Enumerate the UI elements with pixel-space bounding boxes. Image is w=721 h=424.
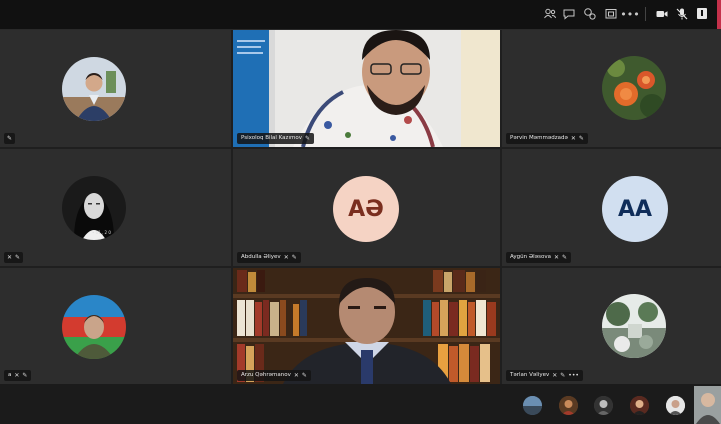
avatar: [62, 57, 126, 121]
participant-tile[interactable]: a ✕ ✎: [0, 268, 231, 384]
avatar[interactable]: [523, 396, 542, 415]
initials-avatar: AƏ: [333, 176, 399, 242]
participant-name: Arzu Qəhrəmanov: [241, 372, 291, 378]
mic-off-icon: ✕: [283, 254, 289, 261]
participant-name-badge: ✕ ✎: [4, 252, 24, 263]
mic-off-icon: ✕: [293, 372, 299, 379]
mic-off-icon[interactable]: [675, 7, 689, 21]
participant-tile[interactable]: AA Aygün Ələsova ✕ ✎: [502, 149, 721, 266]
chat-icon[interactable]: [562, 7, 576, 21]
mic-off-icon: ✕: [552, 372, 558, 379]
more-label: •••: [620, 7, 640, 21]
pin-icon[interactable]: ✎: [579, 133, 584, 144]
participant-name-badge: a ✕ ✎: [4, 370, 32, 381]
participant-tile-video[interactable]: Arzu Qəhrəmanov ✕ ✎: [233, 268, 500, 384]
participant-name: Aygün Ələsova: [510, 254, 551, 260]
pin-icon[interactable]: ✎: [292, 252, 297, 263]
reactions-icon[interactable]: [583, 7, 597, 21]
participant-name: a: [8, 372, 12, 378]
participant-tile[interactable]: AƏ Abdulla Əliyev ✕ ✎: [233, 149, 500, 266]
camera-icon[interactable]: [655, 7, 669, 21]
self-view-thumbnail[interactable]: [694, 386, 721, 424]
pin-icon[interactable]: ✎: [562, 252, 567, 263]
avatar[interactable]: [594, 396, 613, 415]
mic-off-icon: ✕: [553, 254, 559, 261]
participant-tile[interactable]: Pərvin Məmmədzadə ✕ ✎: [502, 30, 721, 147]
participant-tile[interactable]: Tərlan Vəliyev ✕ ✎ •••: [502, 268, 721, 384]
pin-icon[interactable]: ✎: [22, 370, 27, 381]
pin-icon[interactable]: ✎: [15, 252, 20, 263]
participant-name: Abdulla Əliyev: [241, 254, 281, 260]
participant-name-badge: Pərvin Məmmədzadə ✕ ✎: [506, 133, 588, 144]
participant-tile[interactable]: • 01 , 2 0 ✕ ✎: [0, 149, 231, 266]
participant-name-badge: Aygün Ələsova ✕ ✎: [506, 252, 572, 263]
mic-off-icon: ✕: [7, 254, 13, 261]
participant-video: [233, 30, 500, 147]
participant-name: Psixoloq Bilal Kazımov: [241, 135, 302, 141]
meeting-toolbar: •••: [0, 0, 721, 30]
initials-avatar: AA: [602, 176, 668, 242]
participant-name: Pərvin Məmmədzadə: [510, 135, 568, 141]
participant-name-badge: Arzu Qəhrəmanov ✕ ✎: [237, 370, 311, 381]
pin-icon[interactable]: ✎: [7, 133, 12, 144]
avatar[interactable]: [630, 396, 649, 415]
more-options-icon[interactable]: •••: [568, 370, 579, 381]
participant-name-badge: Tərlan Vəliyev ✕ ✎ •••: [506, 370, 583, 381]
pin-icon[interactable]: ✎: [302, 370, 307, 381]
participant-name-badge: Abdulla Əliyev ✕ ✎: [237, 252, 301, 263]
people-icon[interactable]: [543, 7, 557, 21]
avatar: [602, 56, 666, 120]
participant-tile[interactable]: ✎: [0, 30, 231, 147]
participant-video: [233, 268, 500, 384]
toolbar-divider: [645, 7, 646, 21]
overflow-participants-bar: [0, 384, 721, 424]
participant-tile-video[interactable]: Psixoloq Bilal Kazımov ✎: [233, 30, 500, 147]
avatar-caption: • 01 , 2 0: [92, 230, 111, 235]
pin-icon[interactable]: ✎: [305, 133, 310, 144]
participant-name-badge: ✎: [4, 133, 16, 144]
avatar[interactable]: [559, 396, 578, 415]
avatar: [602, 294, 666, 358]
share-icon[interactable]: [697, 8, 707, 19]
mic-off-icon: ✕: [14, 372, 20, 379]
leave-button-edge[interactable]: [717, 0, 721, 29]
more-icon[interactable]: •••: [620, 7, 640, 21]
rooms-icon[interactable]: [604, 7, 618, 21]
video-grid: ✎ Psixoloq Bilal Kazımov ✎ Pərvin Məmməd…: [0, 30, 721, 384]
avatar[interactable]: [666, 396, 685, 415]
participant-name: Tərlan Vəliyev: [510, 372, 550, 378]
avatar: [62, 295, 126, 359]
mic-off-icon: ✕: [570, 135, 576, 142]
participant-name-badge: Psixoloq Bilal Kazımov ✎: [237, 133, 314, 144]
pin-icon[interactable]: ✎: [560, 370, 565, 381]
avatar: • 01 , 2 0: [62, 176, 126, 240]
